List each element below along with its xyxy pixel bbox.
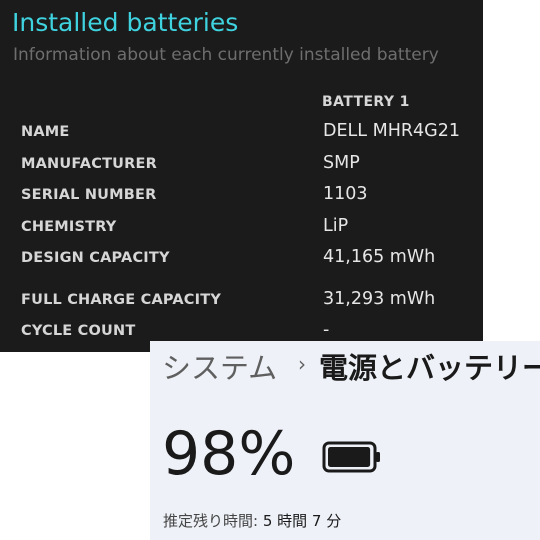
spec-label: SERIAL NUMBER: [21, 187, 157, 203]
spec-label: CYCLE COUNT: [21, 323, 136, 339]
battery-icon: [322, 441, 380, 473]
battery-column-header: BATTERY 1: [322, 94, 410, 110]
remaining-time-label: 推定残り時間:: [163, 512, 259, 530]
spec-label: FULL CHARGE CAPACITY: [21, 292, 222, 308]
breadcrumb-system-link[interactable]: システム: [162, 345, 277, 387]
spec-value: -: [323, 320, 330, 340]
spec-value: DELL MHR4G21: [323, 121, 460, 141]
spec-row-name: NAME DELL MHR4G21: [21, 121, 483, 148]
spec-value: 41,165 mWh: [323, 247, 436, 267]
spec-value: 31,293 mWh: [323, 289, 436, 309]
breadcrumb-chevron-icon: ›: [298, 352, 306, 376]
report-subtitle: Information about each currently install…: [13, 45, 439, 65]
spec-row-chemistry: CHEMISTRY LiP: [21, 216, 483, 243]
spec-label: DESIGN CAPACITY: [21, 250, 170, 266]
power-battery-settings-panel: システム › 電源とバッテリー 98% 推定残り時間: 5 時間 7 分: [150, 341, 540, 540]
screenshot-canvas: Installed batteries Information about ea…: [0, 0, 540, 540]
spec-value: SMP: [323, 153, 360, 173]
report-title: Installed batteries: [12, 8, 239, 37]
estimated-remaining-time: 推定残り時間: 5 時間 7 分: [163, 510, 341, 531]
battery-percentage: 98%: [162, 419, 296, 489]
page-title: 電源とバッテリー: [319, 351, 540, 385]
spec-row-design-capacity: DESIGN CAPACITY 41,165 mWh: [21, 247, 483, 274]
spec-label: CHEMISTRY: [21, 219, 117, 235]
spec-row-full-charge-capacity: FULL CHARGE CAPACITY 31,293 mWh: [21, 289, 483, 316]
spec-label: MANUFACTURER: [21, 156, 157, 172]
spec-label: NAME: [21, 124, 70, 140]
battery-fill-level: [328, 447, 371, 467]
spec-value: 1103: [323, 184, 368, 204]
spec-value: LiP: [323, 216, 349, 236]
battery-report-panel: Installed batteries Information about ea…: [0, 0, 483, 352]
spec-row-serial-number: SERIAL NUMBER 1103: [21, 184, 483, 211]
remaining-time-value: 5 時間 7 分: [262, 512, 342, 530]
spec-row-manufacturer: MANUFACTURER SMP: [21, 153, 483, 180]
